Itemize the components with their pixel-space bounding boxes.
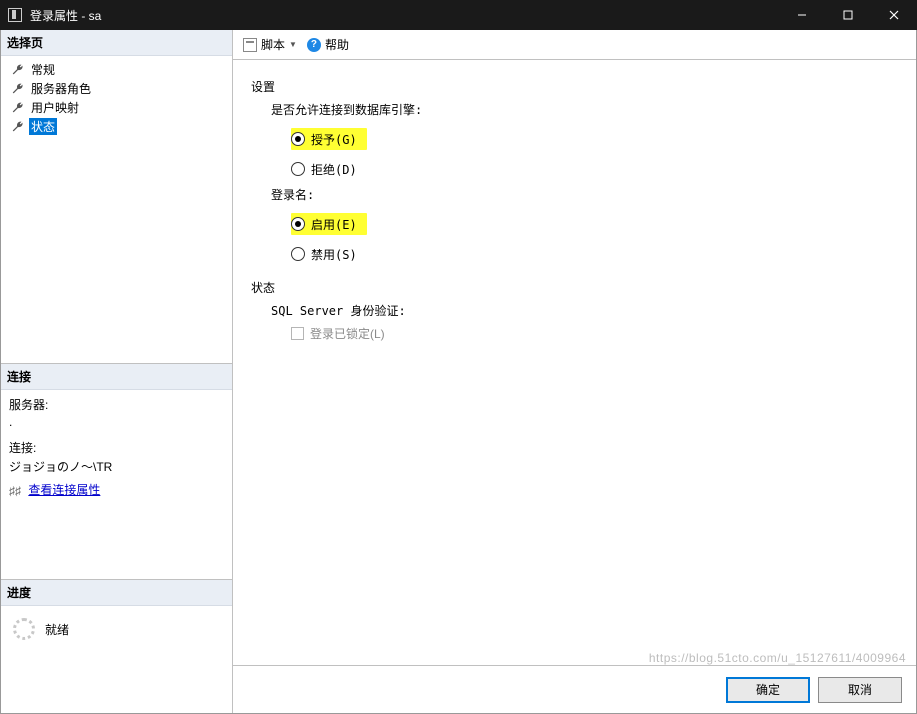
radio-disable[interactable]: 禁用(S) (291, 243, 898, 265)
radio-icon (291, 132, 305, 146)
radio-label: 禁用(S) (311, 246, 357, 263)
app-icon (8, 8, 22, 22)
nav-label: 用户映射 (29, 99, 81, 116)
nav-item-general[interactable]: 常规 (1, 60, 232, 79)
settings-header: 设置 (251, 78, 898, 95)
server-label: 服务器: (9, 396, 224, 413)
login-locked-checkbox: 登录已锁定(L) (291, 325, 898, 342)
link-icon: ♯♯ (9, 484, 25, 498)
status-section: 状态 SQL Server 身份验证: 登录已锁定(L) (251, 279, 898, 342)
sql-auth-label: SQL Server 身份验证: (271, 302, 898, 319)
connection-header: 连接 (1, 364, 232, 390)
ok-button[interactable]: 确定 (726, 677, 810, 703)
nav-item-user-mapping[interactable]: 用户映射 (1, 98, 232, 117)
client-area: 选择页 常规 服务器角色 用户映射 状态 连接 服务器: . (0, 30, 917, 714)
script-icon (243, 38, 257, 52)
nav-item-status[interactable]: 状态 (1, 117, 232, 136)
login-label: 登录名: (271, 186, 898, 203)
nav-label: 服务器角色 (29, 80, 93, 97)
settings-section: 设置 是否允许连接到数据库引擎: 授予(G) 拒绝(D) 登录名: (251, 78, 898, 265)
connection-label: 连接: (9, 439, 224, 456)
right-panel: 脚本 ▼ ? 帮助 设置 是否允许连接到数据库引擎: 授予(G) 拒绝(D) (233, 30, 916, 713)
radio-icon (291, 162, 305, 176)
permission-radio-group: 授予(G) 拒绝(D) (291, 124, 898, 180)
view-connection-row: ♯♯ 查看连接属性 (9, 481, 224, 498)
content-area: 设置 是否允许连接到数据库引擎: 授予(G) 拒绝(D) 登录名: (233, 60, 916, 665)
radio-enable[interactable]: 启用(E) (291, 213, 367, 235)
maximize-button[interactable] (825, 0, 871, 30)
left-panel: 选择页 常规 服务器角色 用户映射 状态 连接 服务器: . (1, 30, 233, 713)
page-nav-list: 常规 服务器角色 用户映射 状态 (1, 56, 232, 364)
minimize-button[interactable] (779, 0, 825, 30)
wrench-icon (11, 82, 25, 96)
permission-label: 是否允许连接到数据库引擎: (271, 101, 898, 118)
status-header: 状态 (251, 279, 898, 296)
login-radio-group: 启用(E) 禁用(S) (291, 209, 898, 265)
spacer (9, 431, 224, 437)
radio-icon (291, 247, 305, 261)
cancel-button[interactable]: 取消 (818, 677, 902, 703)
radio-deny[interactable]: 拒绝(D) (291, 158, 898, 180)
right-toolbar: 脚本 ▼ ? 帮助 (233, 30, 916, 60)
nav-label: 常规 (29, 61, 57, 78)
wrench-icon (11, 101, 25, 115)
radio-grant[interactable]: 授予(G) (291, 128, 367, 150)
checkbox-label: 登录已锁定(L) (310, 325, 385, 342)
connection-value: ジョジョのノ〜\TR (9, 458, 224, 475)
select-page-header: 选择页 (1, 30, 232, 56)
script-button[interactable]: 脚本 (261, 36, 285, 53)
help-icon: ? (307, 38, 321, 52)
progress-spinner-icon (13, 618, 35, 640)
radio-label: 授予(G) (311, 131, 357, 148)
close-button[interactable] (871, 0, 917, 30)
radio-label: 启用(E) (311, 216, 357, 233)
script-dropdown-icon[interactable]: ▼ (289, 40, 297, 49)
dialog-button-bar: 确定 取消 (233, 665, 916, 713)
radio-icon (291, 217, 305, 231)
help-button[interactable]: 帮助 (325, 36, 349, 53)
progress-panel: 就绪 (1, 606, 232, 713)
wrench-icon (11, 63, 25, 77)
checkbox-icon (291, 327, 304, 340)
view-connection-properties-link[interactable]: 查看连接属性 (28, 483, 100, 497)
wrench-icon (11, 120, 25, 134)
nav-label: 状态 (29, 118, 57, 135)
progress-header: 进度 (1, 580, 232, 606)
connection-panel: 服务器: . 连接: ジョジョのノ〜\TR ♯♯ 查看连接属性 (1, 390, 232, 580)
window-title: 登录属性 - sa (30, 7, 779, 24)
server-value: . (9, 415, 224, 429)
nav-item-server-roles[interactable]: 服务器角色 (1, 79, 232, 98)
window-buttons (779, 0, 917, 30)
title-bar: 登录属性 - sa (0, 0, 917, 30)
radio-label: 拒绝(D) (311, 161, 357, 178)
progress-status: 就绪 (45, 621, 69, 638)
